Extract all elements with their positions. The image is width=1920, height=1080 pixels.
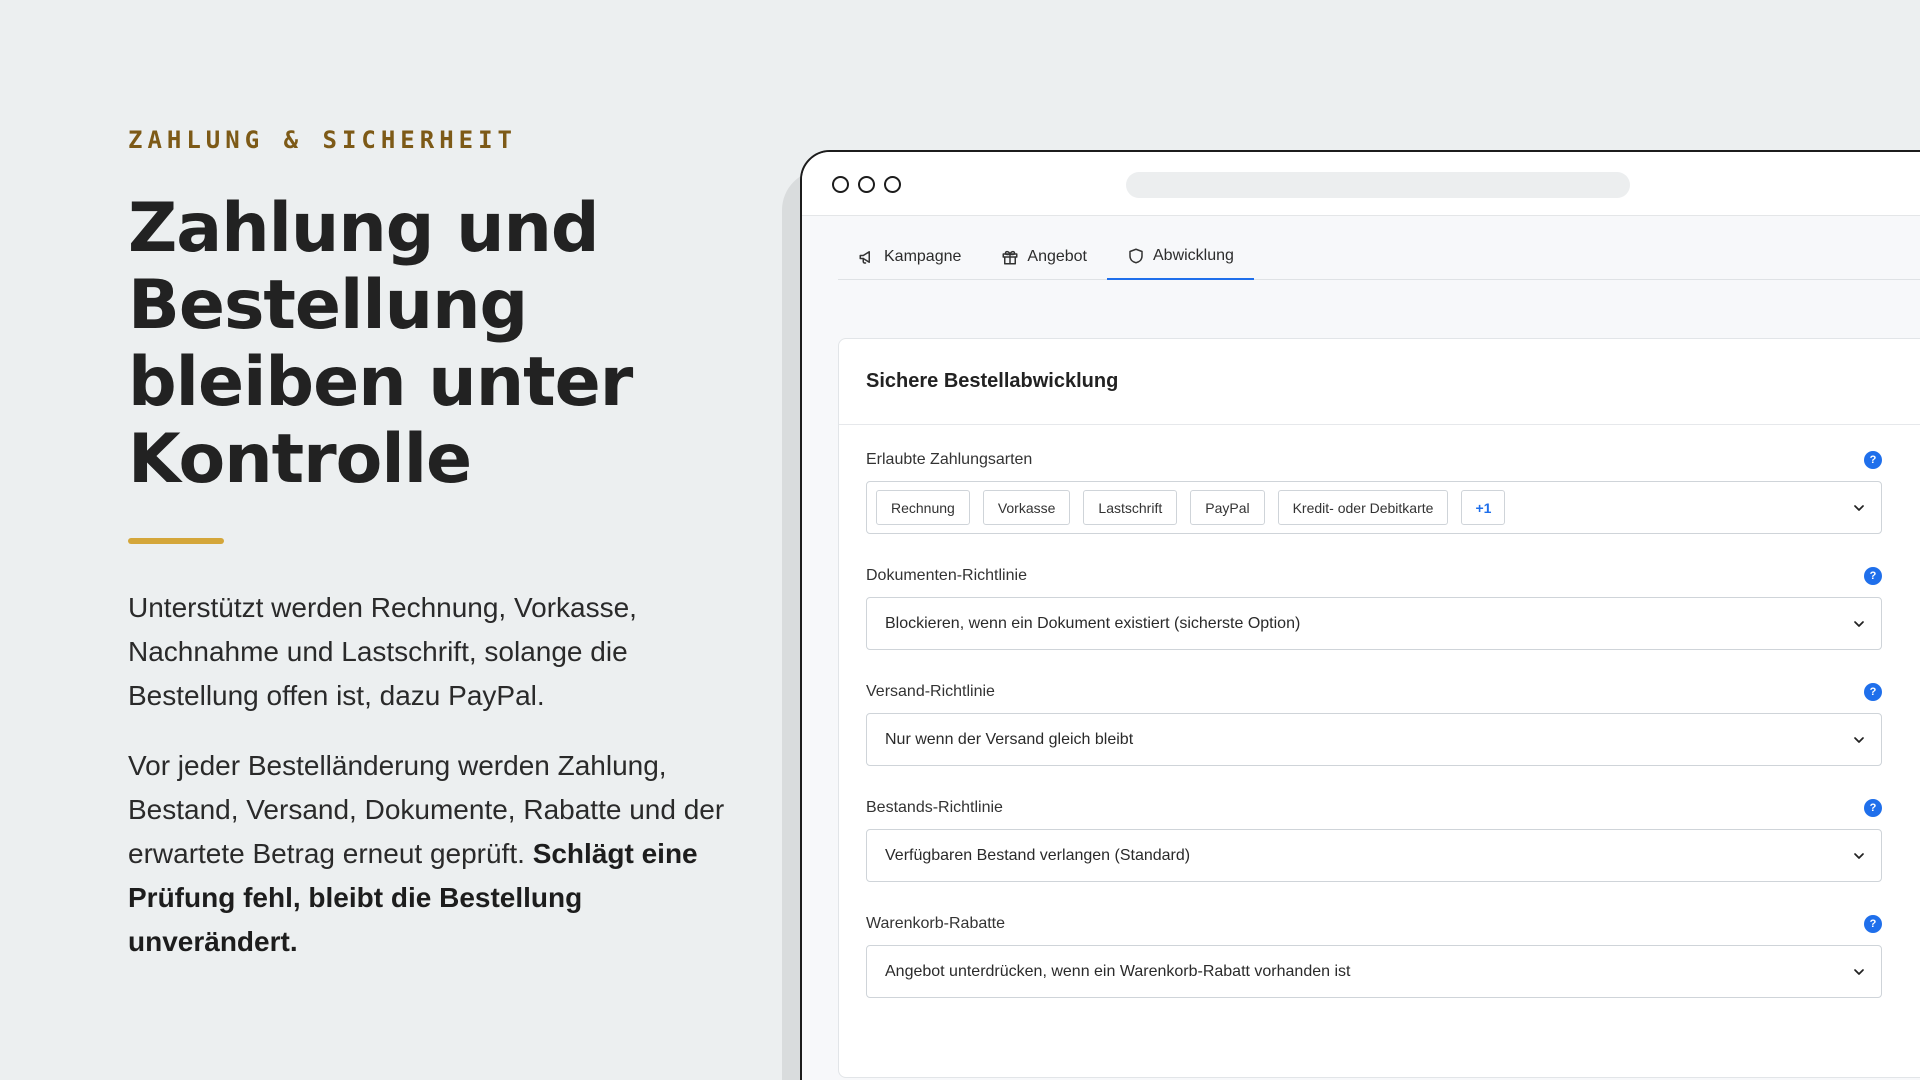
hero-section: ZAHLUNG & SICHERHEIT Zahlung und Bestell… <box>128 126 748 964</box>
chevron-down-icon[interactable] <box>1851 500 1867 516</box>
chip-lastschrift[interactable]: Lastschrift <box>1083 490 1178 525</box>
field-label-wrap: Dokumenten-Richtlinie ? <box>866 565 1882 587</box>
chip-vorkasse[interactable]: Vorkasse <box>982 490 1071 525</box>
document-policy-value: Blockieren, wenn ein Dokument existiert … <box>885 614 1301 632</box>
stock-policy-select[interactable]: Verfügbaren Bestand verlangen (Standard) <box>866 829 1882 882</box>
window-dot-maximize[interactable] <box>884 176 901 193</box>
help-icon[interactable]: ? <box>1864 451 1882 469</box>
help-icon[interactable]: ? <box>1864 567 1882 585</box>
accent-divider <box>128 538 224 544</box>
tab-abwicklung[interactable]: Abwicklung <box>1107 234 1254 280</box>
shipping-policy-field: Versand-Richtlinie ? Nur wenn der Versan… <box>866 681 1882 766</box>
cart-discounts-value: Angebot unterdrücken, wenn ein Warenkorb… <box>885 962 1351 980</box>
document-policy-label: Dokumenten-Richtlinie <box>866 567 1027 584</box>
chip-kreditkarte[interactable]: Kredit- oder Debitkarte <box>1277 490 1449 525</box>
field-label-wrap: Warenkorb-Rabatte ? <box>866 913 1882 935</box>
address-bar[interactable] <box>1126 172 1630 198</box>
tab-label: Angebot <box>1027 248 1087 265</box>
stock-policy-label: Bestands-Richtlinie <box>866 799 1003 816</box>
tab-bar: Kampagne Angebot Abwicklung <box>838 234 1920 280</box>
browser-window: Kampagne Angebot Abwicklung Sichere Best… <box>800 150 1920 1080</box>
paragraph-2: Vor jeder Bestelländerung werden Zahlung… <box>128 744 748 964</box>
chip-paypal[interactable]: PayPal <box>1190 490 1265 525</box>
cart-discounts-label: Warenkorb-Rabatte <box>866 915 1006 932</box>
chevron-down-icon[interactable] <box>1851 964 1867 980</box>
field-label-wrap: Bestands-Richtlinie ? <box>866 797 1882 819</box>
paragraph-1: Unterstützt werden Rechnung, Vorkasse, N… <box>128 592 637 711</box>
tab-kampagne[interactable]: Kampagne <box>838 234 981 280</box>
megaphone-icon <box>859 251 870 264</box>
document-policy-field: Dokumenten-Richtlinie ? Blockieren, wenn… <box>866 565 1882 650</box>
eyebrow: ZAHLUNG & SICHERHEIT <box>128 126 517 154</box>
panel-title: Sichere Bestellabwicklung <box>839 339 1920 425</box>
cart-discounts-field: Warenkorb-Rabatte ? Angebot unterdrücken… <box>866 913 1882 998</box>
chevron-down-icon[interactable] <box>1851 848 1867 864</box>
page: ZAHLUNG & SICHERHEIT Zahlung und Bestell… <box>0 0 1920 1080</box>
gift-icon <box>1002 250 1018 265</box>
help-icon[interactable]: ? <box>1864 799 1882 817</box>
headline: Zahlung und Bestellung bleiben unter Kon… <box>128 189 633 499</box>
window-dot-close[interactable] <box>832 176 849 193</box>
chevron-down-icon[interactable] <box>1851 732 1867 748</box>
stock-policy-value: Verfügbaren Bestand verlangen (Standard) <box>885 846 1191 864</box>
stock-policy-field: Bestands-Richtlinie ? Verfügbaren Bestan… <box>866 797 1882 882</box>
chip-more[interactable]: +1 <box>1461 490 1506 525</box>
payment-methods-select[interactable]: Rechnung Vorkasse Lastschrift PayPal Kre… <box>866 481 1882 534</box>
window-titlebar <box>802 152 1920 216</box>
cart-discounts-select[interactable]: Angebot unterdrücken, wenn ein Warenkorb… <box>866 945 1882 998</box>
window-dot-minimize[interactable] <box>858 176 875 193</box>
settings-panel: Sichere Bestellabwicklung Erlaubte Zahlu… <box>838 338 1920 1078</box>
tab-angebot[interactable]: Angebot <box>981 234 1107 280</box>
help-icon[interactable]: ? <box>1864 683 1882 701</box>
shield-icon <box>1129 248 1143 264</box>
payment-methods-field: Erlaubte Zahlungsarten ? Rechnung Vorkas… <box>866 449 1882 534</box>
tab-label: Abwicklung <box>1153 247 1234 264</box>
help-icon[interactable]: ? <box>1864 915 1882 933</box>
payment-methods-label: Erlaubte Zahlungsarten <box>866 451 1033 468</box>
tab-label: Kampagne <box>884 248 962 265</box>
document-policy-select[interactable]: Blockieren, wenn ein Dokument existiert … <box>866 597 1882 650</box>
field-label-wrap: Versand-Richtlinie ? <box>866 681 1882 703</box>
chevron-down-icon[interactable] <box>1851 616 1867 632</box>
shipping-policy-select[interactable]: Nur wenn der Versand gleich bleibt <box>866 713 1882 766</box>
shipping-policy-label: Versand-Richtlinie <box>866 683 995 700</box>
chip-rechnung[interactable]: Rechnung <box>876 490 970 525</box>
shipping-policy-value: Nur wenn der Versand gleich bleibt <box>885 730 1134 748</box>
field-label-wrap: Erlaubte Zahlungsarten ? <box>866 449 1882 471</box>
